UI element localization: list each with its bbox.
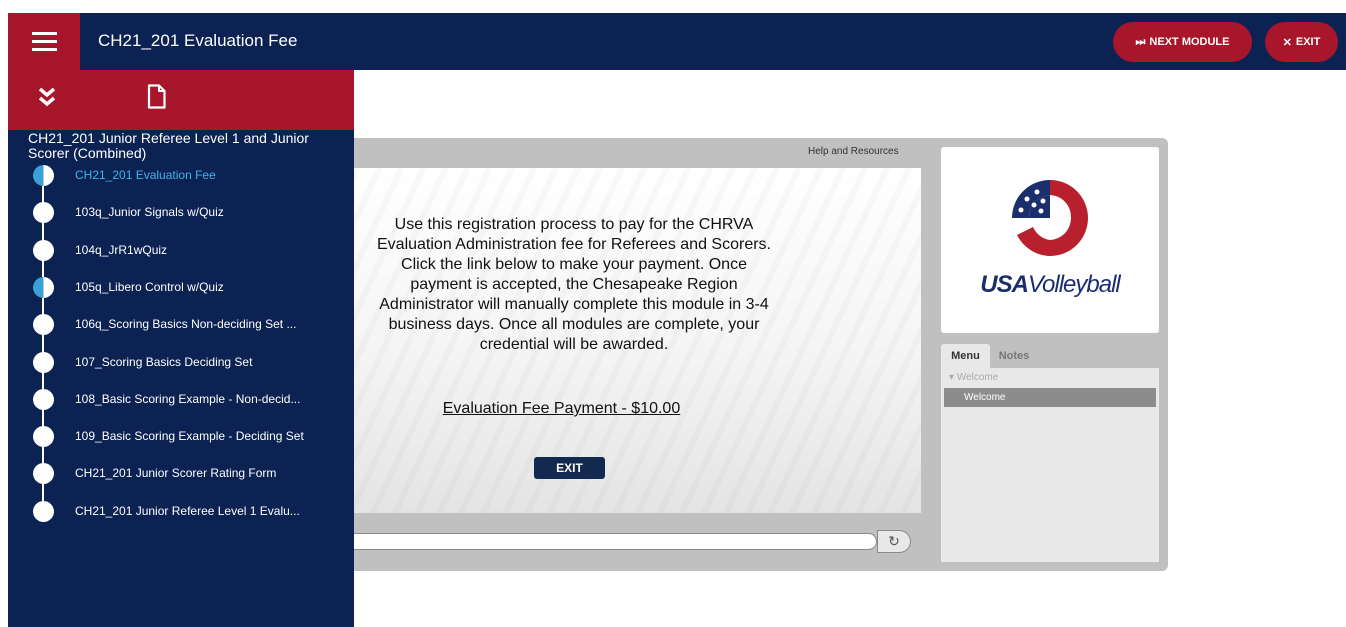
exit-button[interactable]: ✕ EXIT <box>1265 22 1338 62</box>
slide-exit-button[interactable]: EXIT <box>534 457 605 479</box>
module-title: CH21_201 Evaluation Fee <box>98 31 298 50</box>
caret-down-icon: ▾ <box>949 372 955 383</box>
sidebar-module-item[interactable]: 109_Basic Scoring Example - Deciding Set <box>75 429 304 443</box>
course-title: CH21_201 Junior Referee Level 1 and Juni… <box>28 130 309 161</box>
sidebar-module-item[interactable]: 105q_Libero Control w/Quiz <box>75 280 224 294</box>
next-module-label: NEXT MODULE <box>1149 36 1230 48</box>
sidebar-module-item[interactable]: 104q_JrR1wQuiz <box>75 243 167 257</box>
module-progress-dot <box>33 165 54 186</box>
help-resources-link[interactable]: Help and Resources <box>808 146 899 157</box>
replay-icon: ↻ <box>888 533 900 549</box>
sidebar-module-item[interactable]: 103q_Junior Signals w/Quiz <box>75 205 224 219</box>
sidebar-module-item[interactable]: 106q_Scoring Basics Non-deciding Set ... <box>75 317 296 331</box>
skip-forward-icon: ⏭ <box>1135 35 1146 48</box>
replay-button[interactable]: ↻ <box>877 530 911 553</box>
module-progress-dot <box>33 426 54 448</box>
module-progress-dot <box>33 239 54 261</box>
tab-notes[interactable]: Notes <box>990 344 1038 368</box>
payment-link[interactable]: Evaluation Fee Payment - $10.00 <box>429 400 694 418</box>
logo-card: USAVolleyball <box>941 147 1159 333</box>
next-module-button[interactable]: ⏭ NEXT MODULE <box>1113 22 1252 62</box>
hamburger-line <box>32 48 57 51</box>
slide-body-line: payment is accepted, the Chesapeake Regi… <box>410 276 738 293</box>
slide-area: Use this registration process to pay for… <box>354 168 921 513</box>
sidebar-module-item[interactable]: CH21_201 Junior Scorer Rating Form <box>75 466 276 480</box>
document-icon[interactable] <box>147 84 166 109</box>
sidebar-module-item[interactable]: CH21_201 Junior Referee Level 1 Evalu... <box>75 504 300 518</box>
slide-body-line: Administrator will manually complete thi… <box>379 296 769 313</box>
sidebar-module-item[interactable]: 108_Basic Scoring Example - Non-decid... <box>75 392 300 406</box>
close-icon: ✕ <box>1282 36 1292 49</box>
sidebar-module-item[interactable]: CH21_201 Evaluation Fee <box>75 168 216 182</box>
slide-body-text: Use this registration process to pay for… <box>354 215 805 355</box>
sidebar-header <box>8 70 354 130</box>
sidebar-module-item[interactable]: 107_Scoring Basics Deciding Set <box>75 355 252 369</box>
slide-body-line: business days. Once all modules are comp… <box>388 316 760 333</box>
seek-bar[interactable] <box>354 533 877 550</box>
module-progress-dot <box>33 500 54 522</box>
menu-parent-label: Welcome <box>956 372 999 383</box>
hamburger-menu-button[interactable] <box>8 13 80 70</box>
volleyball-logo-icon <box>1012 180 1088 256</box>
logo-volleyball: Volleyball <box>1027 271 1121 298</box>
progress-track <box>42 174 44 511</box>
hamburger-line <box>32 32 57 35</box>
exit-label: EXIT <box>1295 36 1321 48</box>
slide-body-line: Evaluation Administration fee for Refere… <box>377 236 771 253</box>
tab-menu[interactable]: Menu <box>941 344 990 368</box>
module-progress-dot <box>33 276 54 298</box>
menu-child-item[interactable]: Welcome <box>944 388 1156 407</box>
slide-body-line: Click the link below to make your paymen… <box>401 256 747 273</box>
slide-body-line: credential will be awarded. <box>479 336 669 353</box>
collapse-chevrons-icon[interactable] <box>38 87 56 109</box>
menu-panel: ▾ Welcome Welcome <box>941 368 1159 562</box>
usa-volleyball-logo-text: USAVolleyball <box>941 271 1159 299</box>
module-progress-dot <box>33 388 54 410</box>
slide-body-line: Use this registration process to pay for… <box>394 216 754 233</box>
logo-usa: USA <box>980 271 1029 298</box>
hamburger-line <box>32 40 57 43</box>
module-progress-dot <box>33 351 54 373</box>
menu-parent-item[interactable]: ▾ Welcome <box>949 372 998 383</box>
